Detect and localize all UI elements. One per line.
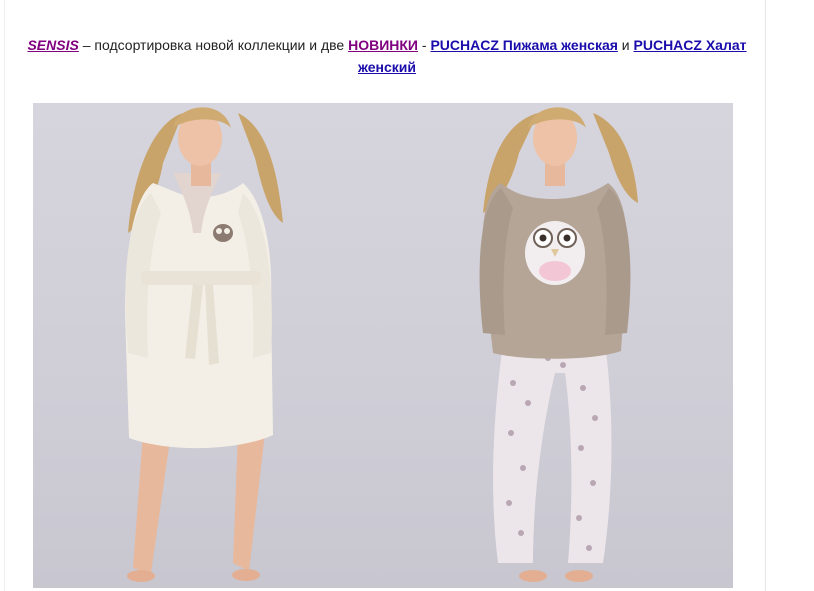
novelty-link[interactable]: НОВИНКИ bbox=[348, 37, 418, 53]
robe-illustration bbox=[125, 107, 283, 582]
brand-link[interactable]: SENSIS bbox=[27, 37, 78, 53]
separator-text: - bbox=[417, 37, 431, 53]
intro-paragraph: SENSIS – подсортировка новой коллекции и… bbox=[11, 34, 763, 78]
robe-product-photo[interactable] bbox=[33, 103, 383, 588]
pajama-illustration bbox=[479, 107, 638, 582]
page: SENSIS – подсортировка новой коллекции и… bbox=[0, 0, 814, 591]
pajama-product-photo[interactable] bbox=[383, 103, 733, 588]
pajama-link[interactable]: PUCHACZ Пижама женская bbox=[430, 37, 617, 53]
intro-text: – подсортировка новой коллекции и две bbox=[78, 37, 349, 53]
conjunction-text: и bbox=[617, 37, 634, 53]
